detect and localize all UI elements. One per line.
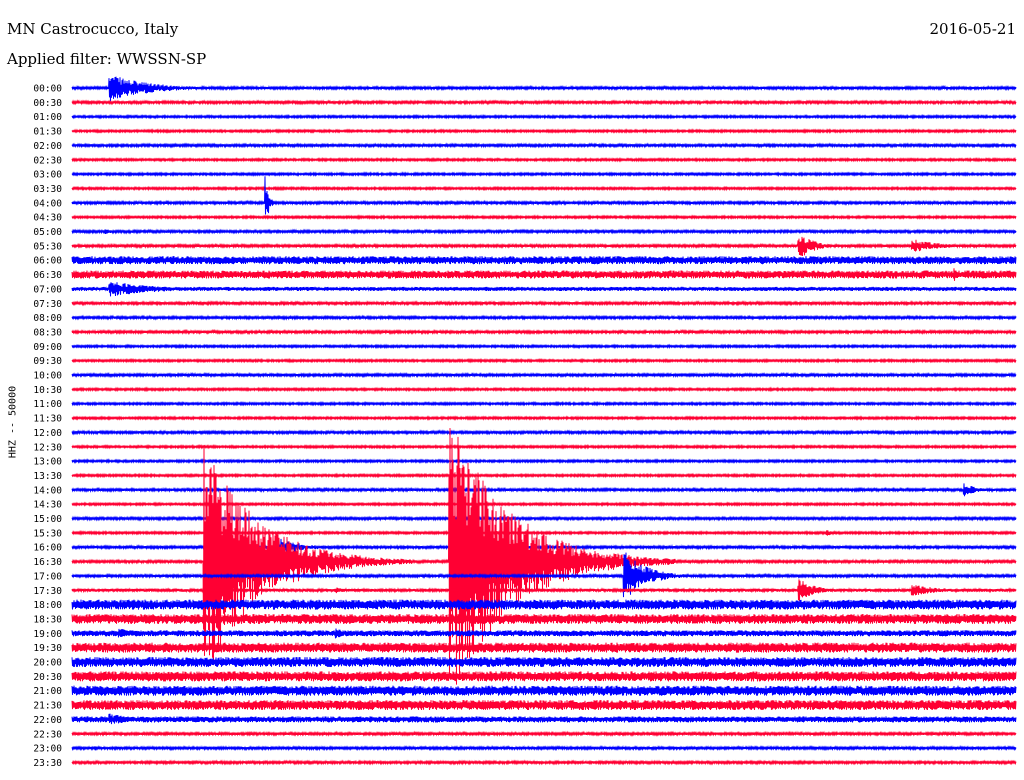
row-time-label: 00:00 <box>33 84 62 95</box>
row-time-label: 02:30 <box>33 155 62 166</box>
row-time-label: 08:30 <box>33 327 62 338</box>
row-time-label: 01:30 <box>33 127 62 138</box>
trace-row <box>71 328 1017 336</box>
row-time-label: 07:30 <box>33 299 62 310</box>
row-time-label: 19:30 <box>33 643 62 654</box>
row-time-label: 13:30 <box>33 471 62 482</box>
row-time-label: 03:00 <box>33 170 62 181</box>
trace-row <box>71 76 1017 102</box>
trace-row <box>71 185 1017 192</box>
trace-row <box>71 113 1017 120</box>
row-time-label: 22:00 <box>33 715 62 726</box>
row-time-label: 19:00 <box>33 629 62 640</box>
trace-row <box>71 314 1017 321</box>
trace-row <box>71 176 1017 215</box>
row-time-label: 04:30 <box>33 213 62 224</box>
trace-row <box>71 744 1017 752</box>
row-time-label: 15:30 <box>33 528 62 539</box>
row-time-label: 07:00 <box>33 284 62 295</box>
trace-row <box>71 142 1017 149</box>
row-time-label: 17:00 <box>33 571 62 582</box>
row-time-label: 05:00 <box>33 227 62 238</box>
trace-row <box>71 713 1017 725</box>
row-time-label: 10:30 <box>33 385 62 396</box>
trace-row <box>71 268 1017 281</box>
trace-row <box>71 700 1017 711</box>
trace-row <box>71 156 1017 163</box>
row-time-label: 16:30 <box>33 557 62 568</box>
trace-row <box>71 256 1017 265</box>
trace-row <box>71 228 1017 235</box>
row-time-label: 23:00 <box>33 744 62 755</box>
trace-row <box>71 343 1017 350</box>
trace-row <box>71 128 1017 134</box>
trace-row <box>71 171 1017 178</box>
row-time-label: 13:00 <box>33 457 62 468</box>
trace-row <box>71 357 1017 364</box>
trace-row <box>71 759 1017 766</box>
row-time-label: 20:30 <box>33 672 62 683</box>
row-time-label: 11:30 <box>33 414 62 425</box>
row-time-label: 12:00 <box>33 428 62 439</box>
helicorder-page: MN Castrocucco, Italy 2016-05-21 Applied… <box>0 0 1024 780</box>
trace-row <box>71 415 1017 421</box>
row-time-label: 03:30 <box>33 184 62 195</box>
row-time-label: 11:00 <box>33 399 62 410</box>
row-time-label: 17:30 <box>33 586 62 597</box>
row-time-label: 09:30 <box>33 356 62 367</box>
row-time-label: 21:30 <box>33 701 62 712</box>
row-time-label: 06:30 <box>33 270 62 281</box>
trace-row <box>71 443 1017 450</box>
row-time-label: 05:30 <box>33 241 62 252</box>
trace-row <box>71 458 1017 465</box>
row-time-label: 16:00 <box>33 543 62 554</box>
seismogram-plot: 00:00 00:30 01:00 01:30 02:00 02:30 03:00 03:30… <box>33 76 1017 769</box>
row-time-label: 00:30 <box>33 98 62 109</box>
trace-row <box>71 236 1017 257</box>
trace-row <box>71 214 1017 221</box>
row-time-label: 02:00 <box>33 141 62 152</box>
row-time-label: 10:00 <box>33 371 62 382</box>
row-time-label: 12:30 <box>33 442 62 453</box>
trace-row <box>71 386 1017 393</box>
trace-row <box>71 371 1017 379</box>
row-time-label: 01:00 <box>33 112 62 123</box>
row-time-label: 18:00 <box>33 600 62 611</box>
row-time-label: 09:00 <box>33 342 62 353</box>
trace-row <box>71 400 1017 407</box>
trace-row <box>71 99 1017 106</box>
row-time-label: 08:00 <box>33 313 62 324</box>
row-time-label: 14:00 <box>33 485 62 496</box>
row-time-label: 23:30 <box>33 758 62 769</box>
row-time-label: 22:30 <box>33 729 62 740</box>
row-time-label: 20:00 <box>33 658 62 669</box>
row-time-label: 21:00 <box>33 686 62 697</box>
row-time-label: 18:30 <box>33 614 62 625</box>
trace-row <box>71 685 1017 696</box>
trace-row <box>71 730 1017 737</box>
trace-row <box>71 282 1017 297</box>
row-time-label: 15:00 <box>33 514 62 525</box>
row-time-label: 14:30 <box>33 500 62 511</box>
row-time-label: 06:00 <box>33 256 62 267</box>
trace-row <box>71 429 1017 436</box>
trace-row <box>71 671 1017 682</box>
row-time-label: 04:00 <box>33 198 62 209</box>
trace-row <box>71 300 1017 307</box>
